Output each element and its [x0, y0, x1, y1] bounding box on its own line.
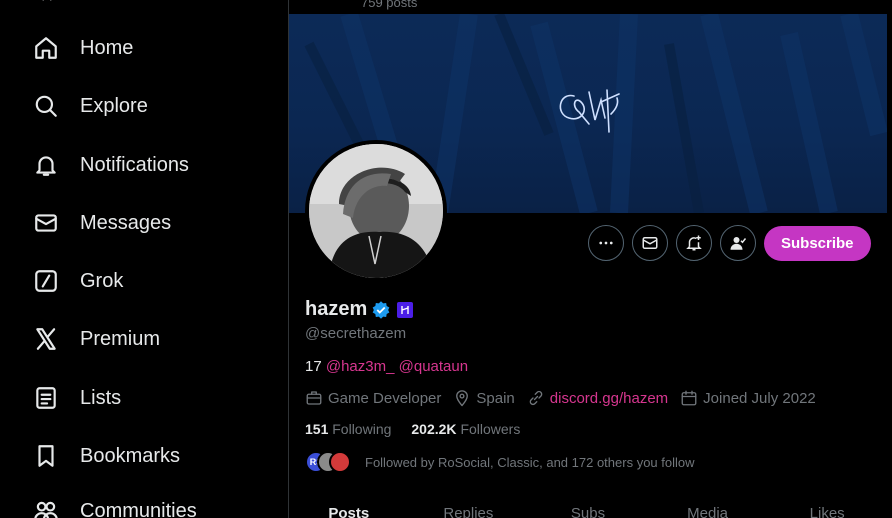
sidebar-item-label: Explore — [80, 94, 148, 117]
website-item: discord.gg/hazem — [527, 389, 668, 407]
sidebar-item-lists[interactable]: Lists — [32, 378, 121, 418]
tab-posts[interactable]: Posts — [289, 505, 409, 518]
envelope-icon — [642, 237, 658, 249]
person-check-icon — [730, 237, 747, 250]
sidebar-item-messages[interactable]: Messages — [32, 203, 171, 243]
verified-badge-icon[interactable] — [371, 300, 391, 320]
subscribe-button[interactable]: Subscribe — [764, 225, 871, 261]
more-icon — [599, 241, 613, 245]
bio-mention-link[interactable]: @haz3m_ — [326, 358, 395, 375]
sidebar-item-bookmarks[interactable]: Bookmarks — [32, 436, 180, 476]
sidebar: Home Explore Notifications Messages Grok… — [0, 0, 288, 518]
sidebar-item-label: Home — [80, 36, 134, 59]
sidebar-item-label: Grok — [80, 269, 124, 292]
profession-label: Game Developer — [328, 389, 442, 407]
sidebar-item-label: Bookmarks — [80, 444, 181, 467]
bell-plus-icon — [686, 235, 702, 251]
envelope-icon — [32, 209, 60, 237]
home-icon — [32, 34, 60, 62]
sidebar-item-communities[interactable]: Communities — [32, 491, 197, 518]
tab-media[interactable]: Media — [648, 505, 768, 518]
followers-count: 202.2K — [411, 421, 457, 437]
following-link[interactable]: 151 Following — [305, 421, 391, 437]
sidebar-item-home[interactable]: Home — [32, 28, 133, 68]
profile-tabs: Posts Replies Subs Media Likes — [289, 505, 887, 518]
location-item: Spain — [453, 389, 515, 407]
link-icon — [529, 390, 543, 406]
sidebar-item-premium[interactable]: Premium — [32, 319, 160, 359]
profile-actions: Subscribe — [588, 225, 871, 261]
tab-subs[interactable]: Subs — [528, 505, 648, 518]
posts-count: 759 posts — [361, 0, 418, 10]
search-icon — [32, 92, 60, 120]
bio-mention-link[interactable]: @quataun — [399, 358, 468, 375]
sidebar-item-notifications[interactable]: Notifications — [32, 145, 189, 185]
location-label: Spain — [476, 389, 515, 407]
briefcase-icon — [306, 391, 322, 405]
profile-bio: 17 @haz3m_ @quataun — [305, 358, 468, 375]
website-link[interactable]: discord.gg/hazem — [550, 390, 668, 407]
communities-icon — [32, 497, 60, 518]
list-icon — [32, 384, 60, 412]
sidebar-item-label: Notifications — [80, 153, 189, 176]
followers-label: Followers — [460, 421, 521, 437]
tab-likes[interactable]: Likes — [767, 505, 887, 518]
followed-by-text: Followed by RoSocial, Classic, and 172 o… — [365, 454, 695, 470]
sidebar-item-explore[interactable]: Explore — [32, 86, 148, 126]
message-button[interactable] — [632, 225, 668, 261]
joined-label: Joined July 2022 — [703, 389, 816, 407]
sidebar-item-grok[interactable]: Grok — [32, 261, 123, 301]
profile-meta: Game Developer Spain discord.gg/hazem Jo… — [305, 389, 828, 407]
followers-link[interactable]: 202.2K Followers — [411, 421, 520, 437]
more-options-button[interactable] — [588, 225, 624, 261]
bell-icon — [32, 151, 60, 179]
x-logo-icon[interactable] — [34, 0, 60, 2]
tab-replies[interactable]: Replies — [409, 505, 529, 518]
profile-handle: @secrethazem — [305, 325, 407, 342]
affiliate-badge-icon[interactable] — [397, 301, 414, 318]
display-name: hazem — [305, 298, 368, 320]
sidebar-item-label: Lists — [80, 386, 122, 409]
sidebar-item-label: Premium — [80, 327, 161, 350]
followed-by[interactable]: RS Followed by RoSocial, Classic, and 17… — [305, 451, 695, 473]
bio-text: 17 — [305, 358, 326, 375]
grok-icon — [32, 267, 60, 295]
follower-avatar — [329, 451, 351, 473]
following-count: 151 — [305, 421, 329, 437]
sidebar-item-label: Communities — [80, 499, 197, 518]
profession-item: Game Developer — [305, 389, 441, 407]
sidebar-item-label: Messages — [80, 211, 172, 234]
location-pin-icon — [456, 390, 469, 407]
following-label: Following — [332, 421, 392, 437]
joined-item: Joined July 2022 — [680, 389, 816, 407]
bookmark-icon — [32, 442, 60, 470]
x-logo-icon — [32, 325, 60, 353]
following-button[interactable] — [720, 225, 756, 261]
calendar-icon — [681, 390, 697, 406]
profile-avatar[interactable] — [305, 140, 447, 282]
profile-main: 759 posts Subscribe hazem @secrethazem 1… — [289, 0, 889, 518]
notify-button[interactable] — [676, 225, 712, 261]
name-row: hazem — [305, 298, 414, 321]
follow-stats: 151 Following 202.2K Followers — [305, 421, 540, 437]
